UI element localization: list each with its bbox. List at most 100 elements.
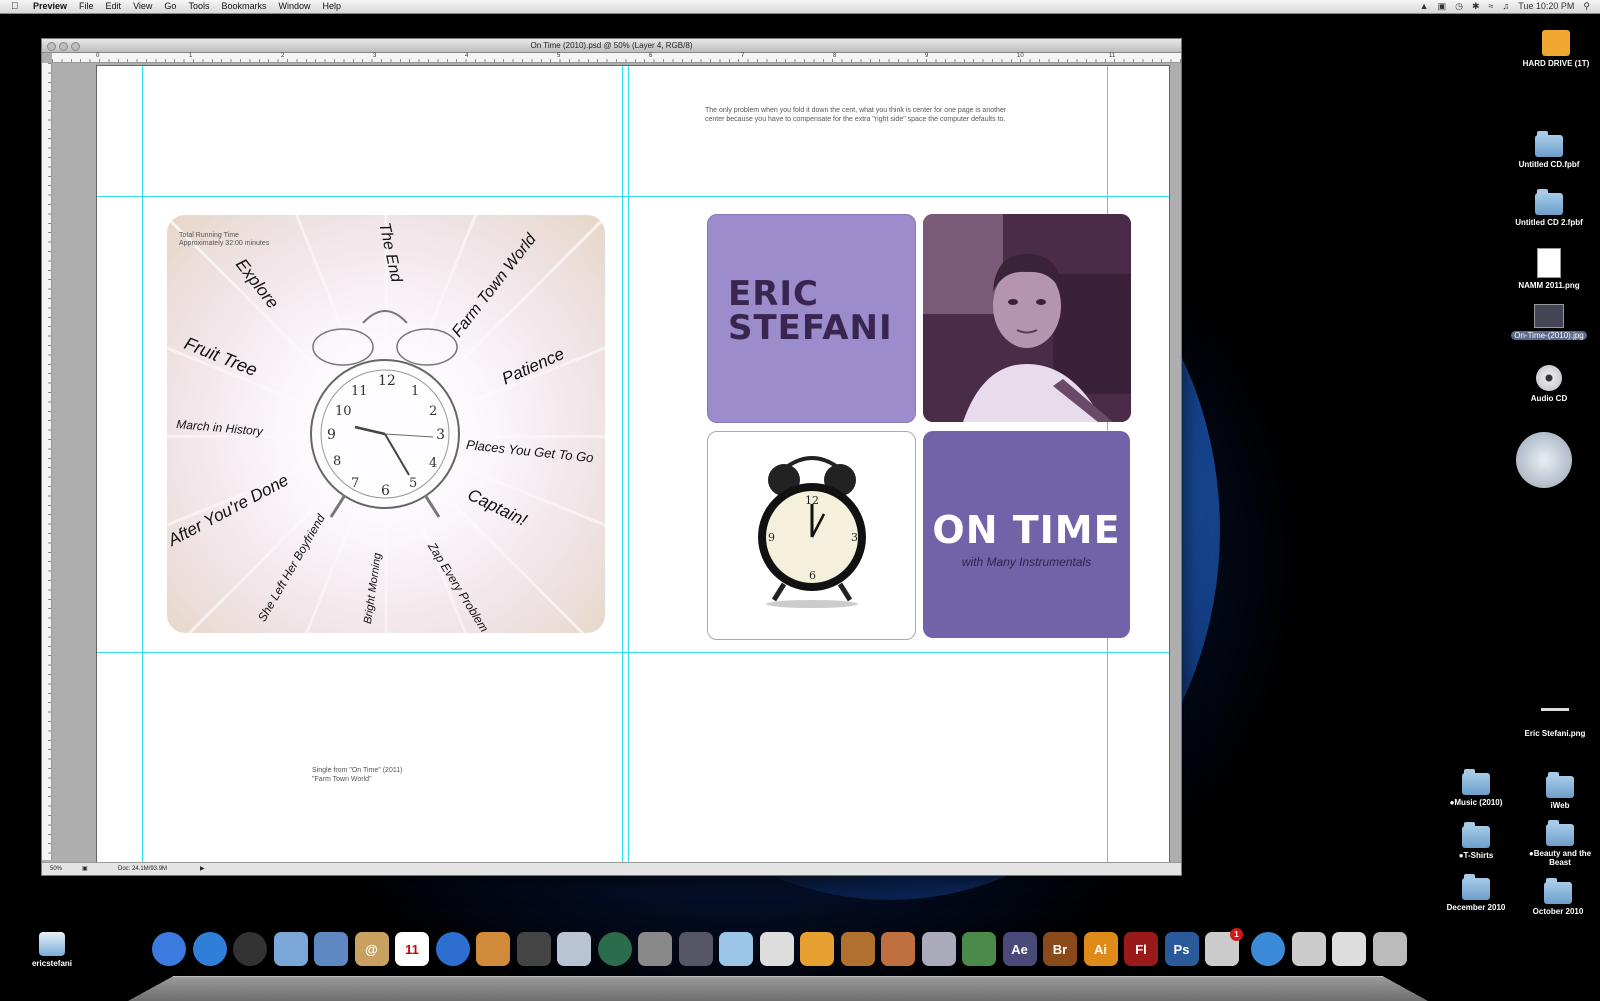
- desktop-icon-label: ericstefani: [31, 959, 73, 968]
- guide-line: [628, 66, 629, 864]
- desktop-icon-t-shirts[interactable]: ●T-Shirts: [1434, 822, 1518, 860]
- alarm-clock-icon: 12 3 6 9: [758, 456, 866, 608]
- folder-icon: [1462, 874, 1490, 900]
- dock-garageband-icon[interactable]: [840, 932, 875, 966]
- folder-icon: [1462, 822, 1490, 848]
- single-credit-text: Single from "On Time" (2011) "Farm Town …: [312, 767, 403, 783]
- dock-after-effects-icon[interactable]: Ae: [1002, 932, 1037, 966]
- dock-numbers-icon[interactable]: [962, 932, 996, 966]
- wifi-icon[interactable]: ≈: [1489, 0, 1494, 13]
- dock-preview-icon[interactable]: [557, 932, 591, 966]
- svg-text:3: 3: [436, 427, 445, 443]
- svg-text:8: 8: [333, 454, 341, 469]
- document-canvas[interactable]: The only problem when you fold it down t…: [96, 65, 1170, 865]
- volume-icon[interactable]: ♫: [1502, 0, 1509, 13]
- menu-file[interactable]: File: [79, 0, 94, 13]
- window-titlebar[interactable]: On Time (2010).psd @ 50% (Layer 4, RGB/8…: [42, 39, 1181, 53]
- time-machine-icon[interactable]: ◷: [1455, 0, 1463, 13]
- window-title: On Time (2010).psd @ 50% (Layer 4, RGB/8…: [530, 41, 693, 50]
- track-title: After You're Done: [167, 470, 292, 550]
- desktop-icon-eric-stefani[interactable]: Eric Stefani.png: [1513, 708, 1597, 738]
- dock-printer-icon[interactable]: 1: [1205, 928, 1243, 966]
- dock-flash-icon[interactable]: Fl: [1124, 932, 1158, 966]
- desktop-icon-iweb[interactable]: iWeb: [1518, 772, 1600, 810]
- dock-mail-icon[interactable]: [314, 932, 348, 966]
- dock-textedit-icon[interactable]: [719, 932, 753, 966]
- front-row-remote-icon[interactable]: [1516, 432, 1572, 488]
- desktop-icon-untitled-cd-2[interactable]: Untitled CD 2.fpbf: [1507, 189, 1591, 227]
- desktop-icon-on-time-jpg[interactable]: On-Time-(2010).jpg: [1507, 304, 1591, 340]
- image-file-icon: [1534, 304, 1564, 328]
- folder-icon: [1544, 878, 1572, 904]
- dock-keynote-2-icon[interactable]: [881, 932, 915, 966]
- image-file-icon: [1541, 708, 1569, 711]
- dock-imovie-icon[interactable]: [516, 932, 551, 966]
- dock-safari-icon[interactable]: [1251, 932, 1285, 966]
- dock-stack-2-icon[interactable]: [1332, 932, 1366, 966]
- desktop-icon-music-2010[interactable]: ●Music (2010): [1434, 769, 1518, 807]
- desktop-icon-december-2010[interactable]: December 2010: [1434, 874, 1518, 912]
- display-icon[interactable]: ▣: [1438, 0, 1447, 13]
- menu-go[interactable]: Go: [164, 0, 176, 13]
- spotlight-icon[interactable]: ⚲: [1583, 0, 1590, 13]
- dock-badge: 1: [1230, 928, 1243, 941]
- bluetooth-icon[interactable]: ✱: [1472, 0, 1480, 13]
- dock-finder-icon[interactable]: [152, 932, 186, 966]
- menu-app-name[interactable]: Preview: [33, 0, 67, 13]
- desktop-icon-ericstefani[interactable]: ericstefani: [10, 932, 94, 968]
- artist-name-panel: ERIC STEFANI: [707, 214, 916, 423]
- track-title: The End: [375, 221, 405, 284]
- dock-keynote-icon[interactable]: [800, 932, 834, 966]
- dock-illustrator-icon[interactable]: Ai: [1083, 932, 1118, 966]
- desktop-icon-label: October 2010: [1532, 907, 1584, 916]
- svg-text:11: 11: [351, 384, 368, 399]
- desktop-icon-beauty-beast[interactable]: ●Beauty and the Beast: [1518, 820, 1600, 867]
- desktop-icon-hard-drive[interactable]: HARD DRIVE (1T): [1514, 30, 1598, 68]
- album-title-panel: ON TIME with Many Instrumentals: [923, 431, 1130, 638]
- dock-iphoto-icon[interactable]: [273, 932, 308, 966]
- menu-edit[interactable]: Edit: [106, 0, 122, 13]
- dock-photoshop-icon[interactable]: Ps: [1164, 932, 1199, 966]
- desktop-icon-label: ●Beauty and the Beast: [1528, 849, 1592, 867]
- menu-clock[interactable]: Tue 10:20 PM: [1518, 0, 1574, 13]
- svg-text:1: 1: [411, 384, 419, 399]
- dock-system-preferences-icon[interactable]: [638, 932, 672, 966]
- dock-bridge-icon[interactable]: Br: [1043, 932, 1077, 966]
- portrait-image: [923, 214, 1131, 422]
- menu-bar:  Preview File Edit View Go Tools Bookma…: [0, 0, 1600, 14]
- notification-icon[interactable]: ▲: [1420, 0, 1429, 13]
- apple-menu-icon[interactable]: : [11, 0, 19, 13]
- menu-help[interactable]: Help: [322, 0, 341, 13]
- dock-expose-icon[interactable]: [678, 932, 713, 966]
- desktop-icon-audio-cd[interactable]: Audio CD: [1507, 365, 1591, 403]
- dock-stack-1-icon[interactable]: [1291, 932, 1326, 966]
- desktop-icon-october-2010[interactable]: October 2010: [1516, 878, 1600, 916]
- dock-iphoto-2-icon[interactable]: [476, 932, 510, 966]
- ruler-label: 5: [557, 53, 561, 59]
- track-title: Bright Morning: [362, 552, 384, 625]
- menu-view[interactable]: View: [133, 0, 152, 13]
- dock-script-editor-icon[interactable]: [921, 932, 956, 966]
- ruler-label: 6: [649, 53, 653, 59]
- zoom-level[interactable]: 50%: [50, 863, 62, 875]
- dock-trash-icon[interactable]: [1372, 932, 1407, 966]
- menu-tools[interactable]: Tools: [188, 0, 209, 13]
- svg-text:9: 9: [327, 427, 336, 443]
- dock-shelf: [128, 976, 1428, 1001]
- hard-drive-icon: [1542, 30, 1570, 56]
- track-title: Explore: [232, 255, 283, 313]
- dock-pages-icon[interactable]: [759, 932, 794, 966]
- dock-ical-icon[interactable]: 11: [395, 932, 429, 966]
- status-menu-icon[interactable]: ▣: [82, 863, 88, 875]
- dock-time-machine-icon[interactable]: [597, 932, 632, 966]
- dock-address-book-icon[interactable]: @: [354, 932, 389, 966]
- dock-itunes-icon[interactable]: [435, 932, 470, 966]
- image-file-icon: [1537, 248, 1561, 278]
- status-arrow-icon[interactable]: ▶: [200, 863, 205, 875]
- desktop-icon-namm[interactable]: NAMM 2011.png: [1507, 248, 1591, 290]
- dock-app-store-icon[interactable]: [192, 932, 227, 966]
- menu-window[interactable]: Window: [278, 0, 310, 13]
- menu-bookmarks[interactable]: Bookmarks: [221, 0, 266, 13]
- dock-dashboard-icon[interactable]: [233, 932, 267, 966]
- desktop-icon-untitled-cd[interactable]: Untitled CD.fpbf: [1507, 131, 1591, 169]
